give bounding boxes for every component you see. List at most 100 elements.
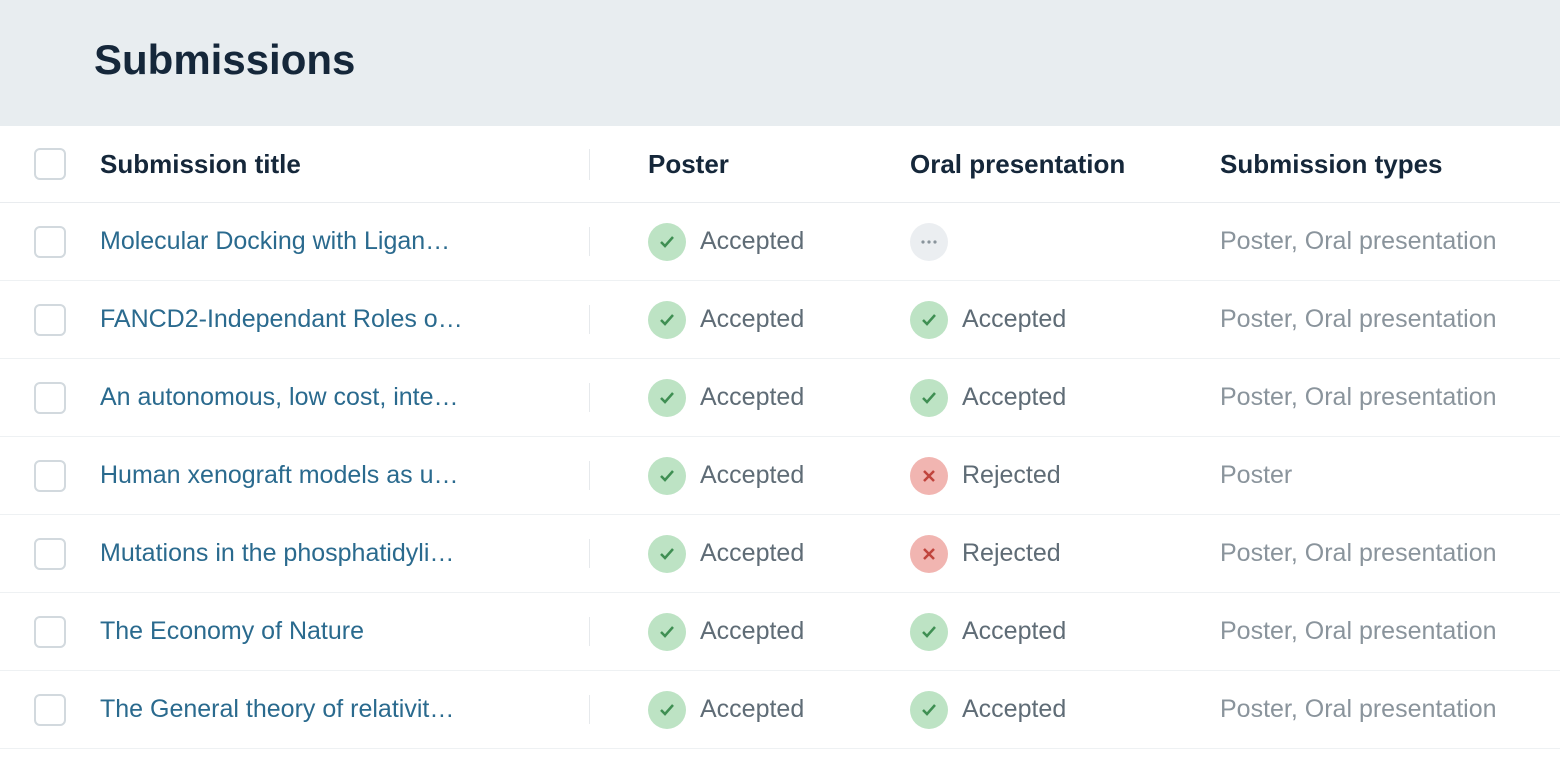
table-row: Mutations in the phosphatidyli… Accepted… (0, 515, 1560, 593)
submission-title-link[interactable]: The General theory of relativit… (100, 695, 569, 724)
row-types-cell: Poster (1220, 461, 1560, 490)
row-checkbox-cell (0, 538, 100, 570)
row-oral-cell: Accepted (910, 379, 1220, 417)
poster-status: Accepted (648, 457, 910, 495)
row-oral-cell: Accepted (910, 691, 1220, 729)
poster-status: Accepted (648, 535, 910, 573)
row-types-cell: Poster, Oral presentation (1220, 227, 1560, 256)
status-label: Accepted (700, 539, 804, 568)
submission-types: Poster, Oral presentation (1220, 695, 1497, 723)
row-title-cell: FANCD2-Independant Roles o… (100, 305, 590, 334)
row-types-cell: Poster, Oral presentation (1220, 617, 1560, 646)
page-title: Submissions (94, 36, 1560, 84)
row-oral-cell: Rejected (910, 457, 1220, 495)
poster-status: Accepted (648, 223, 910, 261)
row-checkbox[interactable] (34, 694, 66, 726)
row-checkbox-cell (0, 226, 100, 258)
check-icon (910, 301, 948, 339)
row-poster-cell: Accepted (590, 379, 910, 417)
status-label: Accepted (962, 305, 1066, 334)
submission-title-link[interactable]: The Economy of Nature (100, 617, 569, 646)
column-header-oral: Oral presentation (910, 149, 1125, 179)
submission-types: Poster (1220, 461, 1292, 489)
submission-types: Poster, Oral presentation (1220, 305, 1497, 333)
column-header-title: Submission title (100, 149, 301, 179)
table-row: An autonomous, low cost, inte… Accepted … (0, 359, 1560, 437)
row-checkbox-cell (0, 304, 100, 336)
row-oral-cell: Rejected (910, 535, 1220, 573)
status-label: Accepted (700, 461, 804, 490)
submission-title-link[interactable]: FANCD2-Independant Roles o… (100, 305, 569, 334)
submission-types: Poster, Oral presentation (1220, 227, 1497, 255)
x-icon (910, 535, 948, 573)
row-title-cell: The General theory of relativit… (100, 695, 590, 724)
poster-status: Accepted (648, 691, 910, 729)
submission-title-link[interactable]: Molecular Docking with Ligan… (100, 227, 569, 256)
table-row: The General theory of relativit… Accepte… (0, 671, 1560, 749)
status-label: Rejected (962, 461, 1061, 490)
oral-status: Accepted (910, 379, 1220, 417)
submission-title-link[interactable]: An autonomous, low cost, inte… (100, 383, 569, 412)
row-checkbox-cell (0, 382, 100, 414)
row-checkbox[interactable] (34, 304, 66, 336)
submission-title-link[interactable]: Mutations in the phosphatidyli… (100, 539, 569, 568)
column-header-poster: Poster (648, 149, 729, 179)
row-poster-cell: Accepted (590, 223, 910, 261)
table-row: FANCD2-Independant Roles o… Accepted Acc… (0, 281, 1560, 359)
row-title-cell: An autonomous, low cost, inte… (100, 383, 590, 412)
poster-status: Accepted (648, 301, 910, 339)
x-icon (910, 457, 948, 495)
submissions-table: Submission title Poster Oral presentatio… (0, 126, 1560, 749)
oral-status: Rejected (910, 457, 1220, 495)
column-header-types: Submission types (1220, 149, 1443, 179)
poster-status: Accepted (648, 613, 910, 651)
row-title-cell: Molecular Docking with Ligan… (100, 227, 590, 256)
status-label: Accepted (700, 305, 804, 334)
select-all-checkbox[interactable] (34, 148, 66, 180)
row-types-cell: Poster, Oral presentation (1220, 539, 1560, 568)
row-poster-cell: Accepted (590, 691, 910, 729)
row-checkbox-cell (0, 460, 100, 492)
check-icon (648, 301, 686, 339)
check-icon (648, 691, 686, 729)
status-label: Rejected (962, 539, 1061, 568)
row-checkbox-cell (0, 694, 100, 726)
header-checkbox-cell (0, 148, 100, 180)
row-checkbox[interactable] (34, 382, 66, 414)
table-row: Molecular Docking with Ligan… Accepted P… (0, 203, 1560, 281)
status-label: Accepted (700, 227, 804, 256)
row-oral-cell: Accepted (910, 301, 1220, 339)
status-label: Accepted (700, 617, 804, 646)
page-header: Submissions (0, 0, 1560, 126)
row-types-cell: Poster, Oral presentation (1220, 695, 1560, 724)
header-types-cell: Submission types (1220, 149, 1560, 180)
check-icon (648, 379, 686, 417)
submission-types: Poster, Oral presentation (1220, 617, 1497, 645)
status-label: Accepted (700, 695, 804, 724)
row-oral-cell: Accepted (910, 613, 1220, 651)
check-icon (910, 691, 948, 729)
row-poster-cell: Accepted (590, 301, 910, 339)
check-icon (648, 613, 686, 651)
row-checkbox[interactable] (34, 538, 66, 570)
check-icon (648, 535, 686, 573)
row-poster-cell: Accepted (590, 535, 910, 573)
row-poster-cell: Accepted (590, 457, 910, 495)
row-checkbox[interactable] (34, 226, 66, 258)
row-checkbox[interactable] (34, 460, 66, 492)
check-icon (910, 613, 948, 651)
table-row: The Economy of Nature Accepted Accepted … (0, 593, 1560, 671)
submission-title-link[interactable]: Human xenograft models as u… (100, 461, 569, 490)
status-label: Accepted (962, 617, 1066, 646)
table-body: Molecular Docking with Ligan… Accepted P… (0, 203, 1560, 749)
header-poster-cell: Poster (590, 149, 910, 180)
row-poster-cell: Accepted (590, 613, 910, 651)
status-label: Accepted (700, 383, 804, 412)
oral-status (910, 223, 1220, 261)
row-checkbox[interactable] (34, 616, 66, 648)
check-icon (648, 457, 686, 495)
check-icon (648, 223, 686, 261)
status-label: Accepted (962, 383, 1066, 412)
oral-status: Rejected (910, 535, 1220, 573)
poster-status: Accepted (648, 379, 910, 417)
